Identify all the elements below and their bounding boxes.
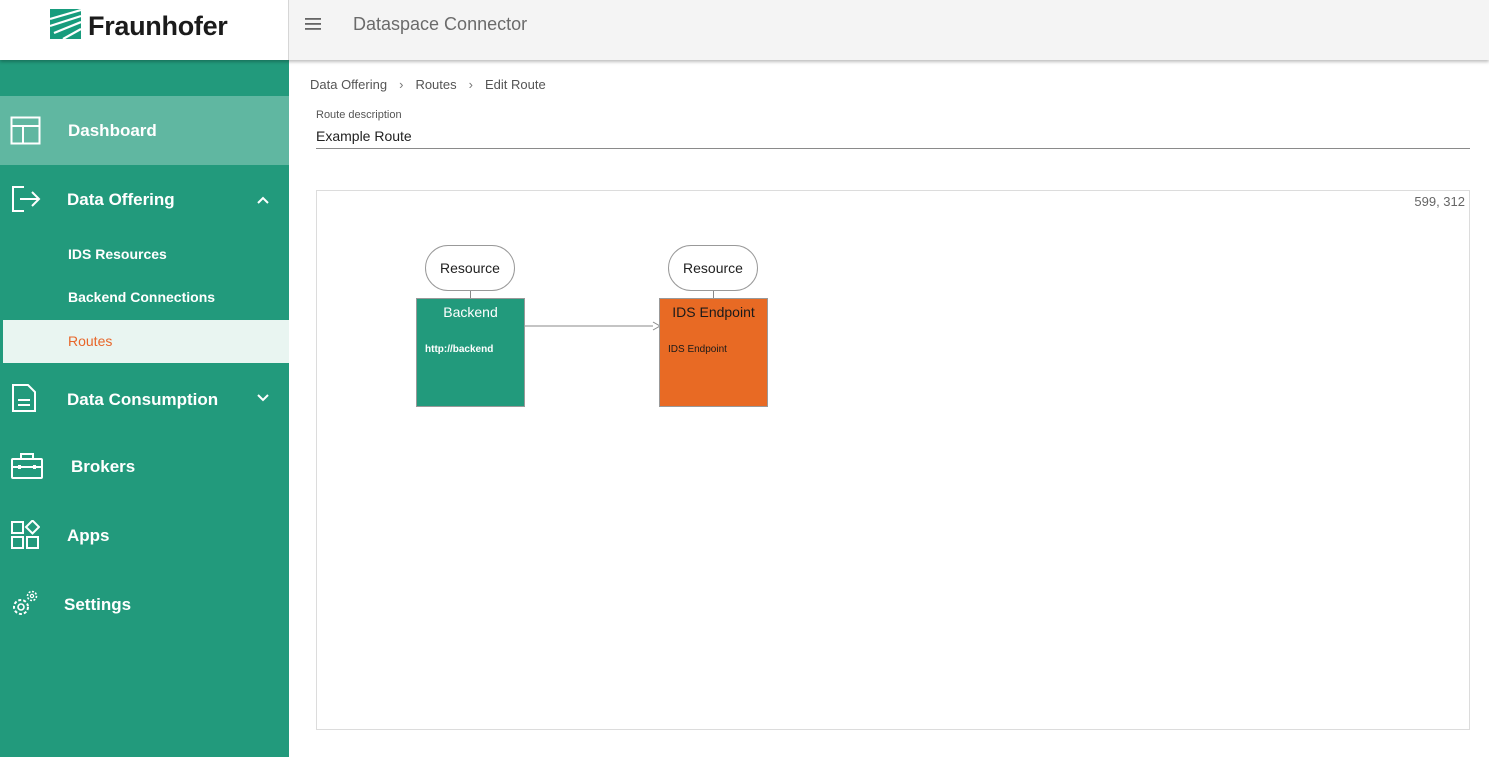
breadcrumb-item-current: Edit Route: [484, 77, 546, 92]
sidebar-item-data-consumption[interactable]: Data Consumption: [0, 363, 289, 431]
document-icon: [12, 384, 36, 412]
logo[interactable]: Fraunhofer: [0, 0, 289, 60]
sidebar-subitem-label: Backend Connections: [68, 289, 216, 305]
ids-endpoint-node[interactable]: IDS Endpoint IDS Endpoint: [659, 298, 768, 407]
sidebar-subitem-label: Routes: [68, 333, 113, 349]
sidebar-item-label: Data Offering: [67, 190, 175, 209]
breadcrumb: Data Offering › Routes › Edit Route: [310, 77, 546, 92]
node-subtitle: http://backend: [425, 344, 494, 355]
route-description-label: Route description: [316, 109, 402, 121]
sidebar-item-label: Brokers: [71, 457, 136, 476]
briefcase-icon: [11, 453, 43, 479]
fraunhofer-logo-icon: [50, 9, 81, 39]
logo-text: Fraunhofer: [88, 11, 228, 41]
top-bar: Fraunhofer Dataspace Connector: [0, 0, 1489, 60]
app-title: Dataspace Connector: [353, 14, 528, 34]
sidebar-subitem-ids-resources[interactable]: IDS Resources: [0, 233, 289, 276]
breadcrumb-separator-icon: ›: [468, 77, 473, 92]
resource-node-backend[interactable]: Resource: [425, 245, 515, 291]
sidebar-item-settings[interactable]: Settings: [0, 569, 289, 638]
sidebar-item-apps[interactable]: Apps: [0, 500, 289, 569]
sidebar: Dashboard Data Offering IDS Resources Ba…: [0, 60, 289, 757]
breadcrumb-item-routes[interactable]: Routes: [415, 77, 456, 92]
export-icon: [12, 186, 41, 212]
backend-node[interactable]: Backend http://backend: [416, 298, 525, 407]
sidebar-item-dashboard[interactable]: Dashboard: [0, 96, 289, 165]
hamburger-menu-icon[interactable]: [303, 14, 325, 34]
sidebar-item-data-offering[interactable]: Data Offering: [0, 165, 289, 233]
chevron-up-icon[interactable]: [255, 192, 271, 208]
dashboard-icon: [10, 116, 41, 145]
resource-node-endpoint[interactable]: Resource: [668, 245, 758, 291]
route-description-input[interactable]: [316, 124, 1470, 149]
settings-gears-icon: [13, 590, 38, 615]
sidebar-item-label: Data Consumption: [67, 390, 219, 409]
node-title: IDS Endpoint: [672, 304, 755, 320]
chevron-down-icon[interactable]: [255, 390, 271, 406]
sidebar-item-label: Dashboard: [68, 121, 157, 140]
breadcrumb-item-data-offering[interactable]: Data Offering: [310, 77, 387, 92]
breadcrumb-separator-icon: ›: [399, 77, 404, 92]
sidebar-subitem-label: IDS Resources: [68, 246, 167, 262]
sidebar-item-label: Apps: [67, 526, 110, 545]
sidebar-subitem-backend-connections[interactable]: Backend Connections: [0, 276, 289, 319]
apps-icon: [11, 520, 40, 549]
node-title: Backend: [443, 304, 498, 320]
node-subtitle: IDS Endpoint: [668, 344, 727, 355]
sidebar-item-label: Settings: [64, 595, 132, 614]
route-editor-canvas[interactable]: 599, 312 Resource Backend http://backend…: [316, 190, 1470, 730]
sidebar-item-brokers[interactable]: Brokers: [0, 431, 289, 500]
sidebar-subitem-routes[interactable]: Routes: [3, 320, 289, 363]
